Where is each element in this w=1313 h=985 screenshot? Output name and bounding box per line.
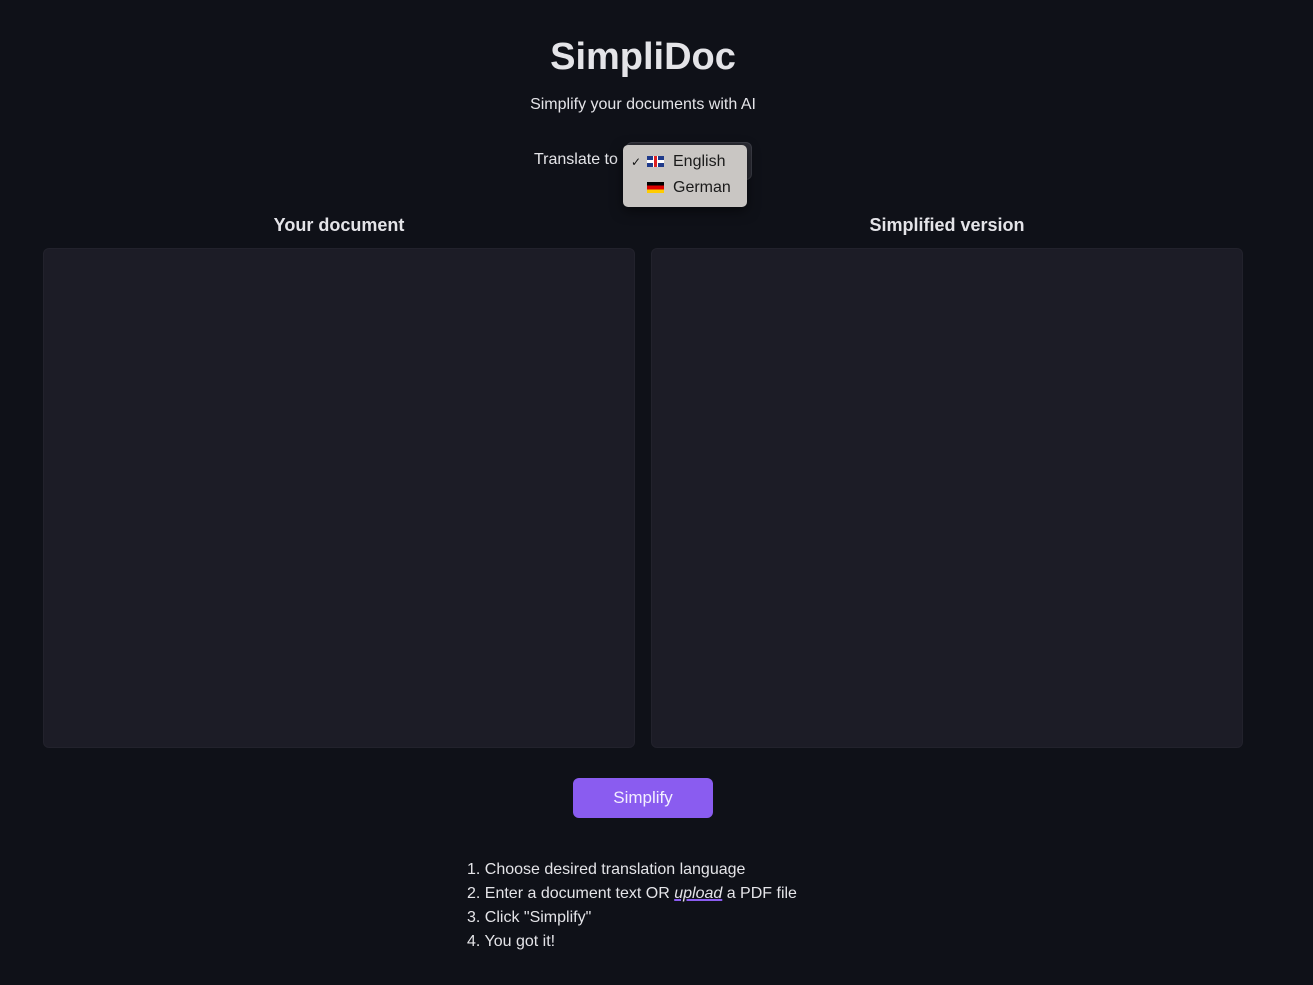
instruction-step: 3. Click "Simplify" <box>467 909 592 926</box>
simplified-output[interactable] <box>651 248 1243 748</box>
output-panel-label: Simplified version <box>869 215 1025 235</box>
input-panel-label: Your document <box>273 215 405 235</box>
language-option-german[interactable]: German <box>623 175 747 201</box>
language-option-label: German <box>673 179 731 196</box>
app-title: SimpliDoc <box>550 36 736 78</box>
instruction-text: a PDF file <box>722 885 797 902</box>
check-icon: ✓ <box>631 155 642 169</box>
document-input[interactable] <box>43 248 635 748</box>
uk-flag-icon <box>647 156 664 167</box>
language-dropdown-menu: ✓ English German <box>623 145 747 207</box>
instruction-text: 2. Enter a document text OR <box>467 885 675 902</box>
instruction-step: 1. Choose desired translation language <box>467 861 746 878</box>
instruction-step: 4. You got it! <box>467 933 556 950</box>
simplify-button[interactable]: Simplify <box>573 778 713 818</box>
language-option-english[interactable]: ✓ English <box>623 149 747 175</box>
instructions-list: 1. Choose desired translation language 2… <box>467 858 797 954</box>
language-option-label: English <box>673 153 726 170</box>
app-subtitle: Simplify your documents with AI <box>530 96 756 113</box>
translate-label: Translate to <box>534 151 618 168</box>
upload-link[interactable]: upload <box>674 885 722 902</box>
germany-flag-icon <box>647 182 664 193</box>
page: SimpliDoc Simplify your documents with A… <box>0 0 1313 985</box>
instruction-step: 2. Enter a document text OR upload a PDF… <box>467 882 797 906</box>
